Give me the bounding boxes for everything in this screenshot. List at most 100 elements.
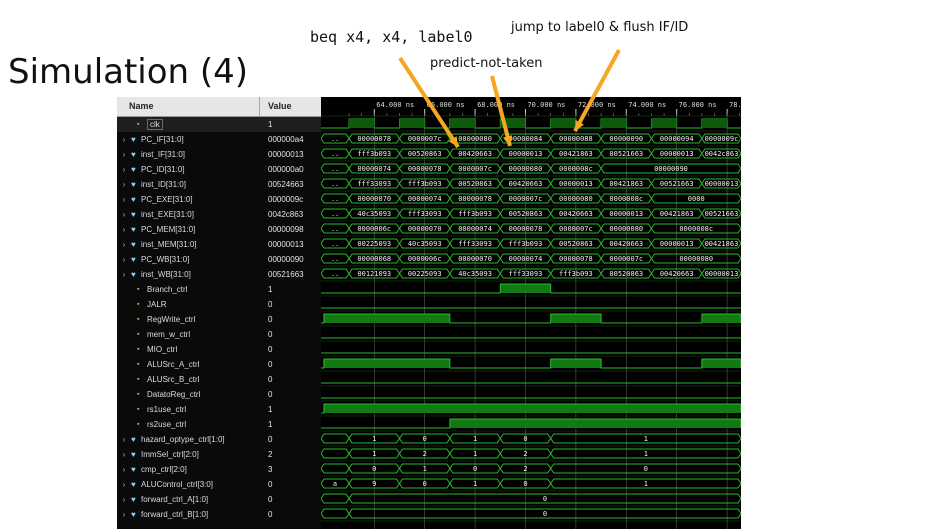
signal-name: forward_ctrl_A[1:0] (141, 495, 209, 504)
bus-value-label: 1 (372, 450, 376, 458)
signal-name: ALUSrc_A_ctrl (147, 360, 200, 369)
bus-value-label: 0000 (688, 195, 705, 203)
bus-value-label: 00225093 (408, 270, 442, 278)
signal-row[interactable]: › ♥ PC_WB[31:0] 00000090 (117, 252, 327, 267)
chevron-right-icon[interactable]: › (117, 180, 131, 189)
signal-row[interactable]: › ♥ hazard_optype_ctrl[1:0] 0 (117, 432, 327, 447)
bus-value-label: 0000007c (458, 165, 492, 173)
bus-value-label: 2 (523, 465, 527, 473)
signal-row[interactable]: › ♥ forward_ctrl_A[1:0] 0 (117, 492, 327, 507)
bus-value-label: 00000078 (408, 165, 442, 173)
chevron-right-icon[interactable]: › (117, 165, 131, 174)
signal-list-panel[interactable]: Name Value ▪ clk 1 › ♥ PC_IF[31:0] 000000a4 › ♥ i… (117, 97, 327, 529)
bus-value-label: 00421863 (559, 150, 593, 158)
signal-row[interactable]: ▪ clk 1 (117, 117, 327, 132)
bus-value-label: 1 (473, 435, 477, 443)
bus-value-label: 00000090 (609, 135, 643, 143)
signal-row[interactable]: › ♥ PC_MEM[31:0] 00000098 (117, 222, 327, 237)
chevron-right-icon[interactable]: › (117, 150, 131, 159)
signal-row[interactable]: › ♥ inst_IF[31:0] 00000013 (117, 147, 327, 162)
chevron-right-icon[interactable]: › (117, 435, 131, 444)
chevron-right-icon[interactable]: › (117, 495, 131, 504)
signal-value: 1 (268, 405, 273, 414)
bus-value-label: 00000090 (654, 165, 688, 173)
signal-row[interactable]: › ♥ ALUControl_ctrl[3:0] 0 (117, 477, 327, 492)
signal-row[interactable]: › ♥ PC_IF[31:0] 000000a4 (117, 132, 327, 147)
signal-row[interactable]: › ♥ cmp_ctrl[2:0] 3 (117, 462, 327, 477)
chevron-right-icon[interactable]: › (117, 135, 131, 144)
name-column-header[interactable]: Name (117, 97, 260, 116)
bus-value-label: 00000078 (559, 255, 593, 263)
signal-high-fill (701, 359, 741, 368)
signal-row[interactable]: ▪ ALUSrc_A_ctrl 0 (117, 357, 327, 372)
bus-value-label: 00000084 (509, 135, 543, 143)
signal-value: 0 (268, 360, 273, 369)
signal-row[interactable]: ▪ DatatoReg_ctrl 0 (117, 387, 327, 402)
signal-row[interactable]: ▪ MIO_ctrl 0 (117, 342, 327, 357)
signal-name-cell: › ♥ ImmSel_ctrl[2:0] (117, 450, 260, 459)
signal-high-fill (550, 314, 602, 323)
annotation-predict: predict-not-taken (430, 56, 543, 71)
signal-row[interactable]: › ♥ inst_ID[31:0] 00524663 (117, 177, 327, 192)
bus-value-label: 00000078 (458, 195, 492, 203)
signal-row[interactable]: › ♥ ImmSel_ctrl[2:0] 2 (117, 447, 327, 462)
signal-row[interactable]: ▪ mem_w_ctrl 0 (117, 327, 327, 342)
bus-value-label: 0000008c (559, 165, 593, 173)
clk-high-fill (651, 119, 677, 128)
chevron-right-icon[interactable]: › (117, 255, 131, 264)
signal-row[interactable]: ▪ JALR 0 (117, 297, 327, 312)
bus-value-label: fff33093 (458, 240, 492, 248)
signal-row[interactable]: › ♥ inst_MEM[31:0] 00000013 (117, 237, 327, 252)
bus-value-label: 0 (644, 465, 648, 473)
bus-signal-icon: ♥ (131, 450, 136, 459)
timeline-label: 70.000 ns (527, 101, 565, 109)
signal-value: 0 (268, 390, 273, 399)
bus-value-label: 00420663 (509, 180, 543, 188)
signal-name: DatatoReg_ctrl (147, 390, 201, 399)
signal-name-cell: ▪ JALR (117, 300, 260, 309)
wire-signal-icon: ▪ (137, 331, 140, 338)
value-column-header[interactable]: Value (260, 97, 292, 116)
chevron-right-icon[interactable]: › (117, 240, 131, 249)
bus-value-label: 1 (644, 435, 648, 443)
signal-row[interactable]: › ♥ PC_ID[31:0] 000000a0 (117, 162, 327, 177)
signal-row[interactable]: ▪ Branch_ctrl 1 (117, 282, 327, 297)
signal-row[interactable]: ▪ rs1use_ctrl 1 (117, 402, 327, 417)
chevron-right-icon[interactable]: › (117, 210, 131, 219)
waveform-area[interactable]: 64.000 ns 66.000 ns 68.000 ns 70.000 ns 72.0… (321, 97, 741, 529)
bus-value-label: 00520863 (609, 270, 643, 278)
signal-name-cell: › ♥ PC_IF[31:0] (117, 135, 260, 144)
signal-value: 0 (268, 315, 273, 324)
bus-signal-icon: ♥ (131, 195, 136, 204)
signal-name: clk (147, 119, 163, 130)
signal-row[interactable]: ▪ RegWrite_ctrl 0 (117, 312, 327, 327)
bus-value-label: 0042c863 (705, 150, 739, 158)
chevron-right-icon[interactable]: › (117, 195, 131, 204)
chevron-right-icon[interactable]: › (117, 510, 131, 519)
chevron-right-icon[interactable]: › (117, 270, 131, 279)
signal-row[interactable]: › ♥ PC_EXE[31:0] 0000009c (117, 192, 327, 207)
signal-row[interactable]: › ♥ inst_EXE[31:0] 0042c863 (117, 207, 327, 222)
bus-value-label: fff3b093 (509, 240, 543, 248)
chevron-right-icon[interactable]: › (117, 480, 131, 489)
bus-value-label: 00000070 (458, 255, 492, 263)
chevron-right-icon[interactable]: › (117, 225, 131, 234)
signal-row[interactable]: ▪ rs2use_ctrl 1 (117, 417, 327, 432)
bus-value-label: 1 (473, 450, 477, 458)
chevron-right-icon[interactable]: › (117, 465, 131, 474)
bus-value-label: 2 (523, 450, 527, 458)
waveform-canvas[interactable]: 64.000 ns 66.000 ns 68.000 ns 70.000 ns 72.0… (321, 97, 741, 529)
signal-name: ALUSrc_B_ctrl (147, 375, 200, 384)
wire-signal-icon: ▪ (137, 361, 140, 368)
signal-name: cmp_ctrl[2:0] (141, 465, 187, 474)
signal-row[interactable]: › ♥ inst_WB[31:0] 00521663 (117, 267, 327, 282)
signal-name: PC_EXE[31:0] (141, 195, 193, 204)
signal-high-fill (323, 359, 450, 368)
signal-value: 1 (268, 285, 273, 294)
chevron-right-icon[interactable]: › (117, 450, 131, 459)
signal-row[interactable]: ▪ ALUSrc_B_ctrl 0 (117, 372, 327, 387)
clk-waveform (321, 118, 741, 129)
timeline-label: 72.000 ns (578, 101, 616, 109)
signal-row[interactable]: › ♥ forward_ctrl_B[1:0] 0 (117, 507, 327, 522)
signal-name-cell: › ♥ inst_MEM[31:0] (117, 240, 260, 249)
